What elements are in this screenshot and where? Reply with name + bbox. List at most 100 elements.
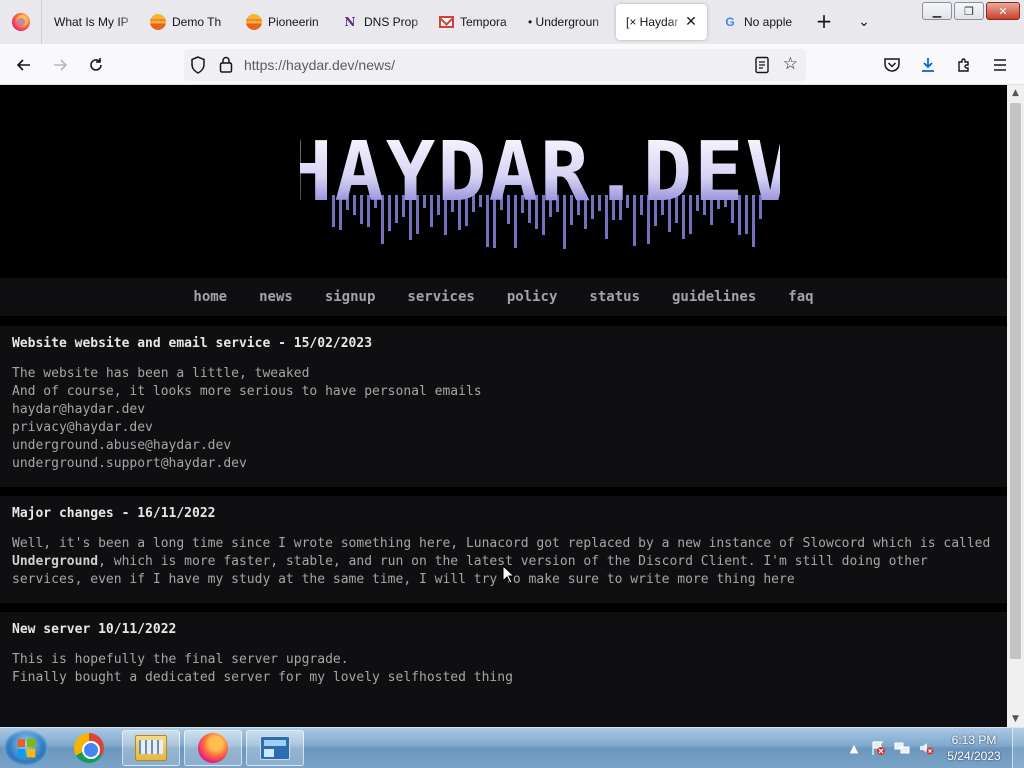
forward-button[interactable] — [47, 52, 73, 78]
tab-underground[interactable]: • Undergroun — [518, 4, 614, 40]
url-host: https://haydar.dev — [244, 57, 355, 73]
close-tab-icon[interactable]: ✕ — [683, 13, 699, 29]
lock-icon[interactable] — [219, 56, 233, 73]
url-path: /news/ — [354, 57, 395, 73]
post-title: Website website and email service - 15/0… — [12, 336, 373, 351]
vertical-scrollbar[interactable]: ▲ ▼ — [1007, 85, 1024, 727]
extensions-button[interactable] — [951, 52, 977, 78]
post-line: Finally bought a dedicated server for my… — [12, 670, 513, 685]
nav-guidelines[interactable]: guidelines — [672, 289, 756, 305]
news-post-new-server: New server 10/11/2022 This is hopefully … — [0, 612, 1007, 727]
post-line: And of course, it looks more serious to … — [12, 384, 482, 399]
url-text: https://haydar.dev/news/ — [244, 57, 395, 73]
show-hidden-icons-icon[interactable]: ▲ — [846, 740, 862, 756]
sunset-icon — [150, 14, 166, 30]
pocket-button[interactable] — [879, 52, 905, 78]
tab-temporary-mail[interactable]: Tempora — [428, 4, 518, 40]
back-button[interactable] — [11, 52, 37, 78]
nav-news[interactable]: news — [259, 289, 293, 305]
clock-date: 5/24/2023 — [947, 749, 1001, 763]
tab-haydar-active[interactable]: [× Haydar ✕ — [616, 4, 707, 40]
back-arrow-icon — [16, 59, 30, 71]
tab-no-apple[interactable]: G No apple — [712, 4, 808, 40]
downloads-button[interactable] — [915, 52, 941, 78]
tab-what-is-my-ip[interactable]: What Is My IP — [44, 4, 140, 40]
window-controls: ▁ ❐ ✕ — [922, 2, 1020, 20]
app-menu-button[interactable] — [987, 52, 1013, 78]
nav-status[interactable]: status — [589, 289, 640, 305]
post-text: , which is more faster, stable, and run … — [12, 554, 936, 587]
nav-home[interactable]: home — [193, 289, 227, 305]
reload-button[interactable] — [83, 52, 109, 78]
n-logo-icon: N — [344, 15, 356, 29]
email-address: underground.support@haydar.dev — [12, 456, 247, 471]
news-post-major-changes: Major changes - 16/11/2022 Well, it's be… — [0, 496, 1007, 603]
reload-icon — [90, 58, 102, 71]
close-window-button[interactable]: ✕ — [986, 2, 1020, 20]
minimize-button[interactable]: ▁ — [922, 2, 952, 20]
tab-pioneering[interactable]: Pioneerin — [236, 4, 332, 40]
nav-policy[interactable]: policy — [507, 289, 558, 305]
post-line: This is hopefully the final server upgra… — [12, 652, 349, 667]
email-address: privacy@haydar.dev — [12, 420, 153, 435]
puzzle-icon — [958, 58, 969, 72]
nav-services[interactable]: services — [407, 289, 474, 305]
system-clock[interactable]: 6:13 PM 5/24/2023 — [940, 732, 1008, 764]
chrome-icon — [74, 733, 104, 763]
email-address: haydar@haydar.dev — [12, 402, 146, 417]
post-bold-text: Underground — [12, 554, 99, 569]
nav-signup[interactable]: signup — [325, 289, 376, 305]
tab-label: DNS Prop — [364, 15, 419, 29]
reader-view-icon[interactable] — [754, 56, 770, 74]
firefox-view-button[interactable] — [0, 0, 42, 44]
address-bar[interactable]: https://haydar.dev/news/ ☆ — [184, 49, 806, 81]
volume-muted-icon[interactable] — [918, 740, 934, 756]
site-navigation: home news signup services policy status … — [0, 278, 1007, 316]
scroll-up-arrow-icon[interactable]: ▲ — [1007, 85, 1024, 101]
taskbar-explorer[interactable] — [122, 730, 180, 766]
taskbar-control-panel[interactable] — [246, 730, 304, 766]
news-post-website-email: Website website and email service - 15/0… — [0, 326, 1007, 487]
nav-faq[interactable]: faq — [788, 289, 813, 305]
hamburger-menu-icon — [994, 59, 1006, 71]
navigation-toolbar: https://haydar.dev/news/ ☆ — [0, 44, 1024, 85]
tab-label: Demo Th — [172, 15, 222, 29]
tab-label: Pioneerin — [268, 15, 319, 29]
clock-time: 6:13 PM — [951, 733, 997, 747]
start-button[interactable] — [4, 730, 48, 766]
restore-button[interactable]: ❐ — [954, 2, 984, 20]
logo-text: HAYDAR.DEV — [300, 125, 780, 220]
google-icon: G — [725, 15, 735, 29]
network-icon[interactable] — [894, 740, 910, 756]
folder-icon — [135, 735, 167, 761]
mail-icon — [438, 14, 454, 30]
taskbar-chrome[interactable] — [60, 730, 118, 766]
post-title: New server 10/11/2022 — [12, 622, 177, 637]
show-desktop-button[interactable] — [1012, 728, 1024, 768]
firefox-icon — [11, 13, 30, 31]
pocket-icon — [884, 58, 900, 72]
tracking-protection-icon[interactable] — [190, 56, 206, 74]
tab-label: No apple — [744, 15, 793, 29]
post-title: Major changes - 16/11/2022 — [12, 506, 216, 521]
action-center-flag-icon[interactable] — [870, 740, 886, 756]
site-logo: HAYDAR.DEV — [300, 125, 780, 249]
tab-strip: What Is My IP Demo Th Pioneerin N DNS Pr… — [0, 0, 1024, 44]
tab-demo[interactable]: Demo Th — [140, 4, 236, 40]
list-all-tabs-button[interactable]: ⌄ — [852, 10, 876, 34]
scrollbar-thumb[interactable] — [1010, 103, 1021, 659]
forward-arrow-icon — [54, 59, 68, 71]
system-tray: ▲ — [846, 740, 934, 756]
control-panel-icon — [260, 736, 290, 760]
scroll-down-arrow-icon[interactable]: ▼ — [1007, 711, 1024, 727]
download-icon — [922, 58, 934, 72]
bookmark-star-icon[interactable]: ☆ — [783, 54, 798, 74]
tab-label: What Is My IP — [54, 15, 129, 29]
new-tab-button[interactable]: + — [812, 10, 836, 34]
taskbar-firefox[interactable] — [184, 730, 242, 766]
tab-dns-propagation[interactable]: N DNS Prop — [332, 4, 428, 40]
firefox-icon — [198, 733, 228, 763]
tab-label: Tempora — [460, 15, 507, 29]
windows-logo-icon — [17, 738, 36, 758]
email-address: underground.abuse@haydar.dev — [12, 438, 232, 453]
